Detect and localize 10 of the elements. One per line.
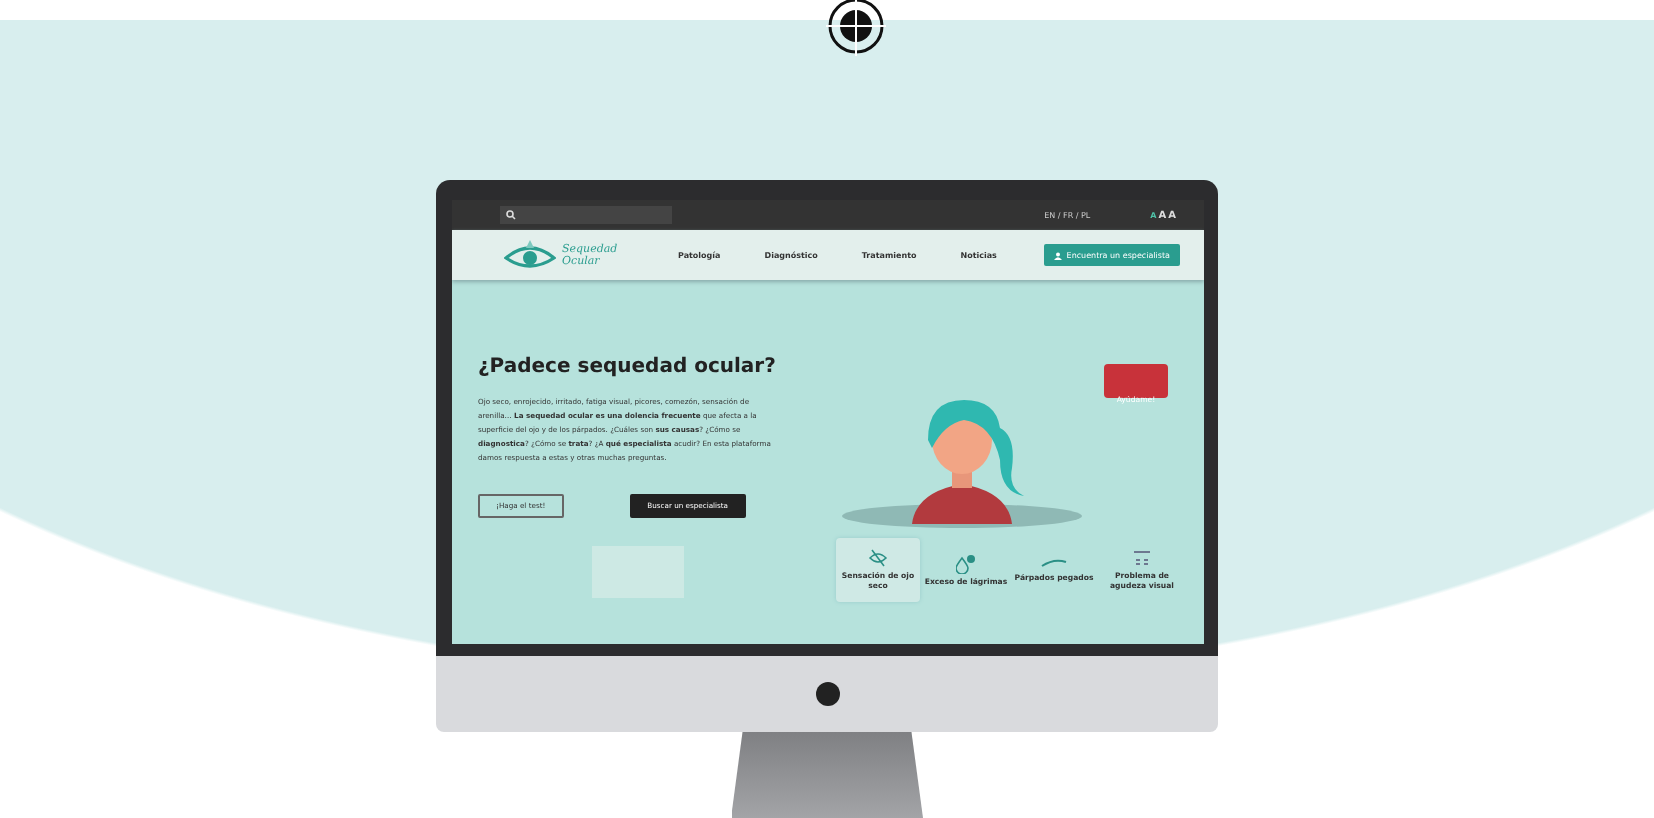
power-button-icon <box>815 682 839 706</box>
drops-icon <box>956 553 976 574</box>
eye-chart-icon <box>1132 548 1152 569</box>
person-icon <box>1054 251 1063 259</box>
search-icon <box>506 210 516 220</box>
hero-heading: ¿Padece sequedad ocular? <box>478 356 778 378</box>
dry-eye-icon <box>868 548 888 569</box>
eyelid-icon <box>1040 557 1068 570</box>
search-field[interactable] <box>500 206 672 224</box>
eye-logo-icon <box>504 239 556 271</box>
